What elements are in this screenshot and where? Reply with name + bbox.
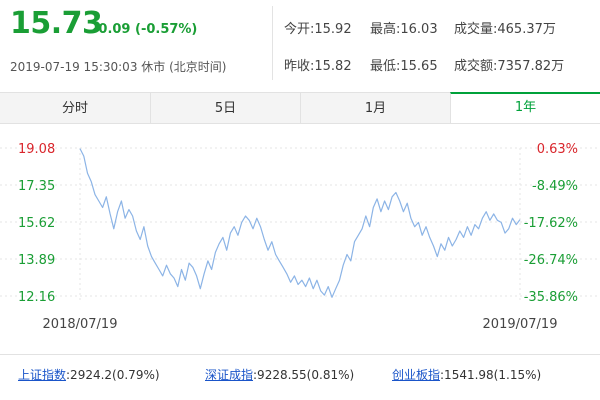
tab-intraday[interactable]: 分时: [0, 93, 150, 124]
price-change: -0.09 (-0.57%): [93, 22, 198, 37]
y-tick-percent-label: -8.49%: [532, 179, 578, 194]
y-tick-label: 17.35: [18, 179, 55, 194]
index-footer: 上证指数:2924.2(0.79%) 深证成指:9228.55(0.81%) 创…: [0, 354, 600, 400]
tab-5-day[interactable]: 5日: [150, 93, 300, 124]
stat-prev-close: 昨收:15.82: [284, 59, 352, 74]
index-shanghai-link[interactable]: 上证指数: [18, 368, 66, 382]
stat-open: 今开:15.92: [284, 22, 352, 37]
index-shenzhen-value: :9228.55(0.81%): [253, 368, 355, 382]
index-chinext-link[interactable]: 创业板指: [392, 368, 440, 382]
y-tick-percent-label: -35.86%: [524, 290, 578, 305]
tab-1-year[interactable]: 1年: [450, 92, 600, 123]
x-tick-label-end: 2019/07/19: [483, 317, 558, 332]
stat-low: 最低:15.65: [370, 59, 438, 74]
quote-timestamp: 2019-07-19 15:30:03 休市 (北京时间): [10, 60, 227, 74]
current-price: 15.73: [10, 6, 103, 41]
y-tick-percent-label: -17.62%: [524, 216, 578, 231]
y-tick-label: 13.89: [18, 253, 55, 268]
index-chinext-value: :1541.98(1.15%): [440, 368, 542, 382]
period-tabs: 分时 5日 1月 1年: [0, 92, 600, 124]
stat-volume: 成交量:465.37万: [454, 22, 556, 37]
index-chinext: 创业板指:1541.98(1.15%): [392, 366, 541, 383]
index-shenzhen: 深证成指:9228.55(0.81%): [205, 366, 354, 383]
y-tick-percent-label: -26.74%: [524, 253, 578, 268]
tab-1-month[interactable]: 1月: [300, 93, 450, 124]
stat-high: 最高:16.03: [370, 22, 438, 37]
y-tick-label: 15.62: [18, 216, 55, 231]
header-divider: [272, 6, 273, 80]
y-tick-percent-label: 0.63%: [537, 142, 578, 157]
index-shanghai: 上证指数:2924.2(0.79%): [18, 366, 160, 383]
quote-header: 15.73 -0.09 (-0.57%) 2019-07-19 15:30:03…: [0, 0, 600, 92]
x-tick-label-start: 2018/07/19: [43, 317, 118, 332]
y-tick-label: 19.08: [18, 142, 55, 157]
index-shanghai-value: :2924.2(0.79%): [66, 368, 160, 382]
price-series-line: [79, 148, 521, 298]
y-tick-label: 12.16: [18, 290, 55, 305]
price-chart: 19.08 17.35 15.62 13.89 12.16 0.63% -8.49% -17.…: [0, 142, 600, 332]
stat-turnover: 成交额:7357.82万: [454, 59, 565, 74]
index-shenzhen-link[interactable]: 深证成指: [205, 368, 253, 382]
